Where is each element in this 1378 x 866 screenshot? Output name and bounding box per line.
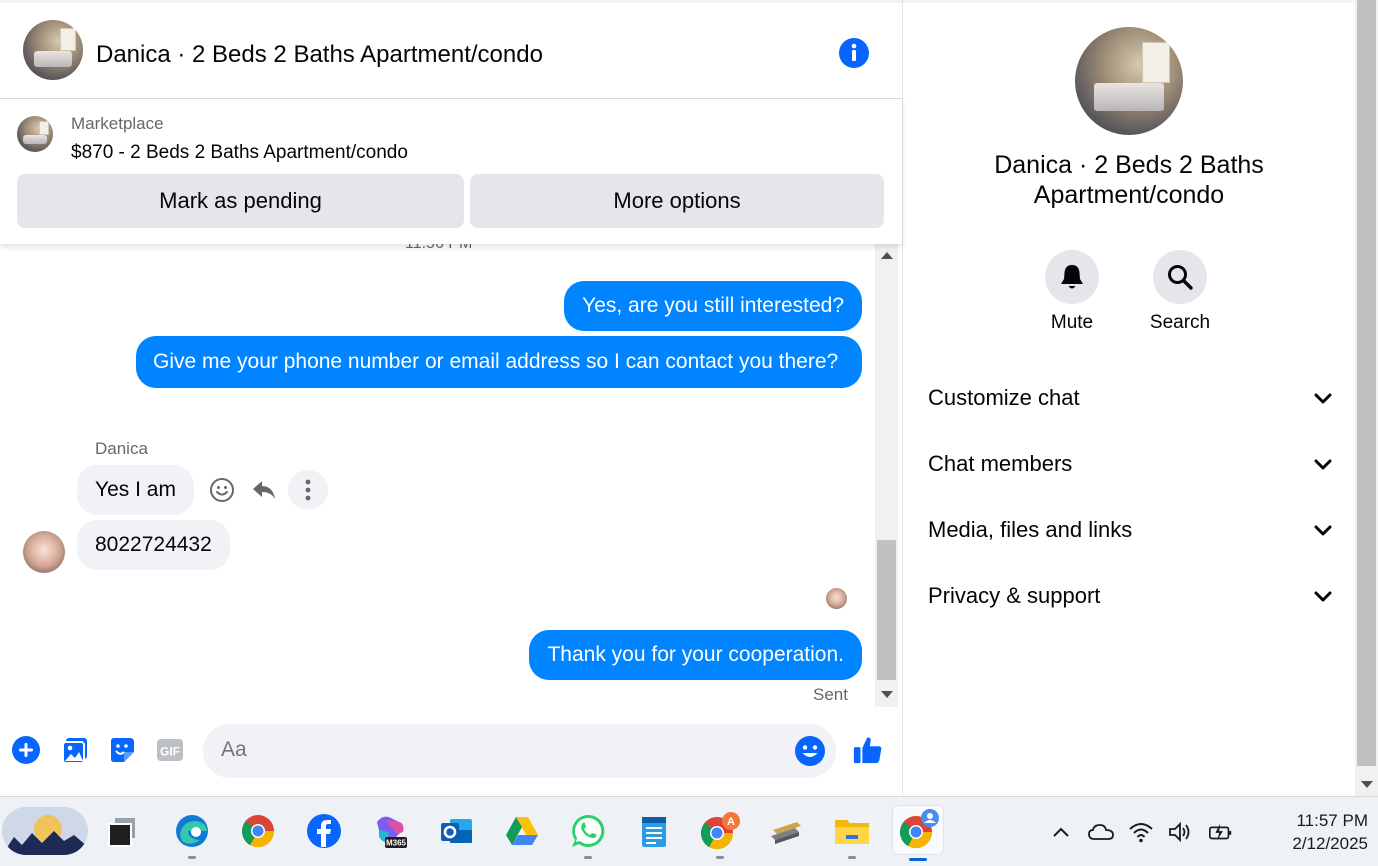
task-view-icon[interactable] [100,809,144,853]
m365-badge: M365 [386,839,407,848]
message-timestamp: 11:56 PM [405,243,473,252]
marketplace-label: Marketplace [71,114,164,133]
file-explorer-icon[interactable] [830,809,874,859]
search-label: Search [1149,312,1211,333]
listing-avatar[interactable] [23,20,83,80]
outgoing-message[interactable]: Yes, are you still interested? [564,281,862,331]
message-actions [204,470,328,510]
listing-title[interactable]: $870 - 2 Beds 2 Baths Apartment/condo [71,142,408,164]
clock-date: 2/12/2025 [1292,834,1368,853]
chat-header: Danica · 2 Beds 2 Baths Apartment/condo [0,0,902,99]
section-chat-members[interactable]: Chat members [928,444,1332,484]
outgoing-message[interactable]: Thank you for your cooperation. [529,630,862,680]
thumbs-up-icon[interactable] [852,734,884,766]
react-emoji-icon[interactable] [204,472,240,508]
message-input-container[interactable] [203,724,836,778]
system-tray [1048,817,1234,847]
scrollbar-thumb[interactable] [1357,0,1376,766]
microsoft-365-icon[interactable]: M365 [368,809,412,853]
search-button[interactable]: Search [1140,250,1220,334]
info-icon[interactable] [838,37,870,69]
marketplace-listing-bar: Marketplace $870 - 2 Beds 2 Baths Apartm… [0,99,902,244]
more-options-button[interactable]: More options [470,174,884,228]
search-icon[interactable] [1153,250,1207,304]
outlook-icon[interactable] [434,809,478,853]
widgets-icon[interactable] [2,807,88,855]
seen-receipt-avatar [826,588,847,609]
more-actions-icon[interactable] [288,470,328,510]
section-label: Privacy & support [928,583,1101,608]
clock-time: 11:57 PM [1296,811,1368,830]
facebook-icon[interactable] [302,809,346,853]
conversation-title[interactable]: Danica · 2 Beds 2 Baths Apartment/condo [96,41,543,69]
onedrive-cloud-icon[interactable] [1088,819,1114,845]
message-composer: GIF [0,718,902,788]
reply-icon[interactable] [246,472,282,508]
file-transfer-icon[interactable] [764,809,808,853]
volume-icon[interactable] [1168,819,1194,845]
sender-avatar[interactable] [23,531,65,573]
wifi-icon[interactable] [1128,819,1154,845]
scroll-down-arrow-icon[interactable] [1361,781,1373,788]
listing-thumbnail[interactable] [17,116,53,152]
message-status: Sent [813,685,848,704]
chrome-profile-badge: A [727,816,735,828]
chat-pane: Danica · 2 Beds 2 Baths Apartment/condo … [0,0,903,796]
message-scrollbar[interactable] [875,244,898,707]
edge-icon[interactable] [170,809,214,859]
svg-text:GIF: GIF [160,745,180,759]
section-label: Chat members [928,451,1073,476]
notepad-icon[interactable] [632,809,676,853]
photo-icon[interactable] [59,734,91,766]
info-title: Danica · 2 Beds 2 Baths Apartment/condo [994,151,1264,209]
outgoing-message[interactable]: Give me your phone number or email addre… [136,336,862,388]
whatsapp-icon[interactable] [566,809,610,859]
plus-icon[interactable] [10,734,42,766]
chevron-down-icon [1314,385,1332,411]
incoming-message[interactable]: Yes I am [77,465,194,515]
info-avatar[interactable] [1075,27,1183,135]
incoming-message[interactable]: 8022724432 [77,520,230,570]
emoji-icon[interactable] [794,735,826,767]
chevron-down-icon [1314,583,1332,609]
chevron-up-icon[interactable] [1048,819,1074,845]
scroll-down-arrow-icon[interactable] [881,691,893,698]
section-label: Media, files and links [928,517,1133,542]
windows-taskbar: M365 A 11:57 PM 2/12/2025 [0,796,1378,866]
chevron-down-icon [1314,451,1332,477]
section-privacy-support[interactable]: Privacy & support [928,576,1332,616]
sticker-icon[interactable] [106,734,138,766]
mute-button[interactable]: Mute [1032,250,1112,334]
page-scrollbar[interactable] [1355,0,1378,796]
battery-charging-icon[interactable] [1208,819,1234,845]
messenger-window: Danica · 2 Beds 2 Baths Apartment/condo … [0,0,1378,866]
scrollbar-thumb[interactable] [877,540,896,680]
conversation-info-pane: Danica · 2 Beds 2 Baths Apartment/condo … [903,0,1355,796]
mark-as-pending-button[interactable]: Mark as pending [17,174,464,228]
chrome-icon[interactable] [236,809,280,853]
scroll-up-arrow-icon[interactable] [881,252,893,259]
sender-name: Danica [95,439,148,458]
google-drive-icon[interactable] [500,809,544,853]
mute-label: Mute [1050,312,1094,333]
section-label: Customize chat [928,385,1080,410]
gif-icon[interactable]: GIF [154,734,186,766]
message-input[interactable] [221,738,781,762]
message-list: 11:56 PM Yes, are you still interested? … [0,243,875,707]
chrome-profile-icon[interactable]: A [698,809,742,859]
section-customize-chat[interactable]: Customize chat [928,378,1332,418]
chevron-down-icon [1314,517,1332,543]
chrome-active-icon[interactable] [892,805,944,861]
system-clock[interactable]: 11:57 PM 2/12/2025 [1258,809,1368,855]
section-media-files-links[interactable]: Media, files and links [928,510,1332,550]
bell-icon[interactable] [1045,250,1099,304]
